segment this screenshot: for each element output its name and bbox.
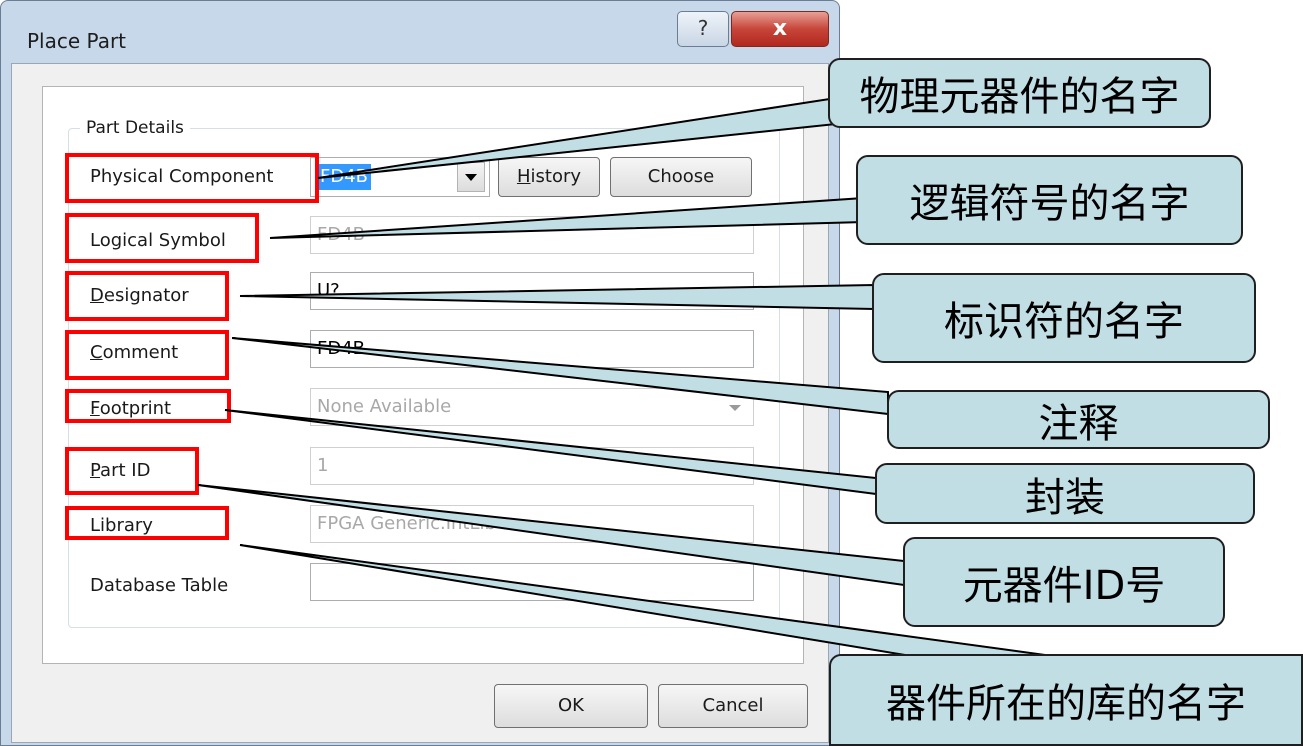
callout-part-id: 元器件ID号 xyxy=(903,537,1225,627)
part-id-accelerator: P xyxy=(90,460,101,481)
part-id-label: Part ID xyxy=(90,460,150,481)
help-icon: ? xyxy=(697,16,709,40)
designator-input[interactable]: U? xyxy=(310,272,754,310)
designator-accelerator: D xyxy=(90,285,104,306)
library-field: FPGA Generic.IntLib xyxy=(310,505,754,543)
callout-comment: 注释 xyxy=(887,390,1270,449)
physical-component-label: Physical Component xyxy=(90,166,274,187)
callout-footprint: 封装 xyxy=(875,463,1255,524)
cancel-button[interactable]: Cancel xyxy=(658,684,808,728)
group-title: Part Details xyxy=(80,118,190,138)
callout-designator: 标识符的名字 xyxy=(872,273,1256,363)
comment-label-rest: omment xyxy=(102,342,179,363)
callout-physical-component: 物理元器件的名字 xyxy=(828,58,1211,128)
database-table-field xyxy=(310,563,754,601)
dialog-title: Place Part xyxy=(27,29,127,53)
logical-symbol-label: Logical Symbol xyxy=(90,230,226,251)
chevron-down-icon[interactable] xyxy=(457,162,485,192)
choose-button[interactable]: Choose xyxy=(610,157,752,197)
designator-label-rest: esignator xyxy=(103,285,189,306)
ok-button[interactable]: OK xyxy=(494,684,648,728)
history-label-rest: istory xyxy=(530,166,582,187)
database-table-label: Database Table xyxy=(90,575,229,596)
history-button[interactable]: History xyxy=(498,157,600,197)
close-button[interactable]: x xyxy=(731,11,829,47)
comment-label: Comment xyxy=(90,342,178,363)
callout-library: 器件所在的库的名字 xyxy=(829,654,1303,746)
comment-accelerator: C xyxy=(90,342,103,363)
library-label: Library xyxy=(90,515,153,536)
physical-component-combo[interactable]: FD4B xyxy=(310,157,490,197)
part-details-groupbox xyxy=(68,128,780,628)
part-id-field: 1 xyxy=(310,447,754,485)
callout-logical-symbol: 逻辑符号的名字 xyxy=(856,155,1243,245)
footprint-label: Footprint xyxy=(90,398,171,419)
help-button[interactable]: ? xyxy=(677,11,729,47)
logical-symbol-field: FD4B xyxy=(310,216,754,254)
footprint-label-rest: ootprint xyxy=(99,398,172,419)
close-icon: x xyxy=(772,16,788,41)
footprint-select[interactable]: None Available xyxy=(310,388,754,426)
part-id-label-rest: art ID xyxy=(100,460,151,481)
comment-input[interactable]: FD4B xyxy=(310,330,754,368)
physical-component-value: FD4B xyxy=(317,164,372,190)
history-accelerator: H xyxy=(516,166,531,187)
designator-label: Designator xyxy=(90,285,189,306)
footprint-accelerator: F xyxy=(90,398,100,419)
